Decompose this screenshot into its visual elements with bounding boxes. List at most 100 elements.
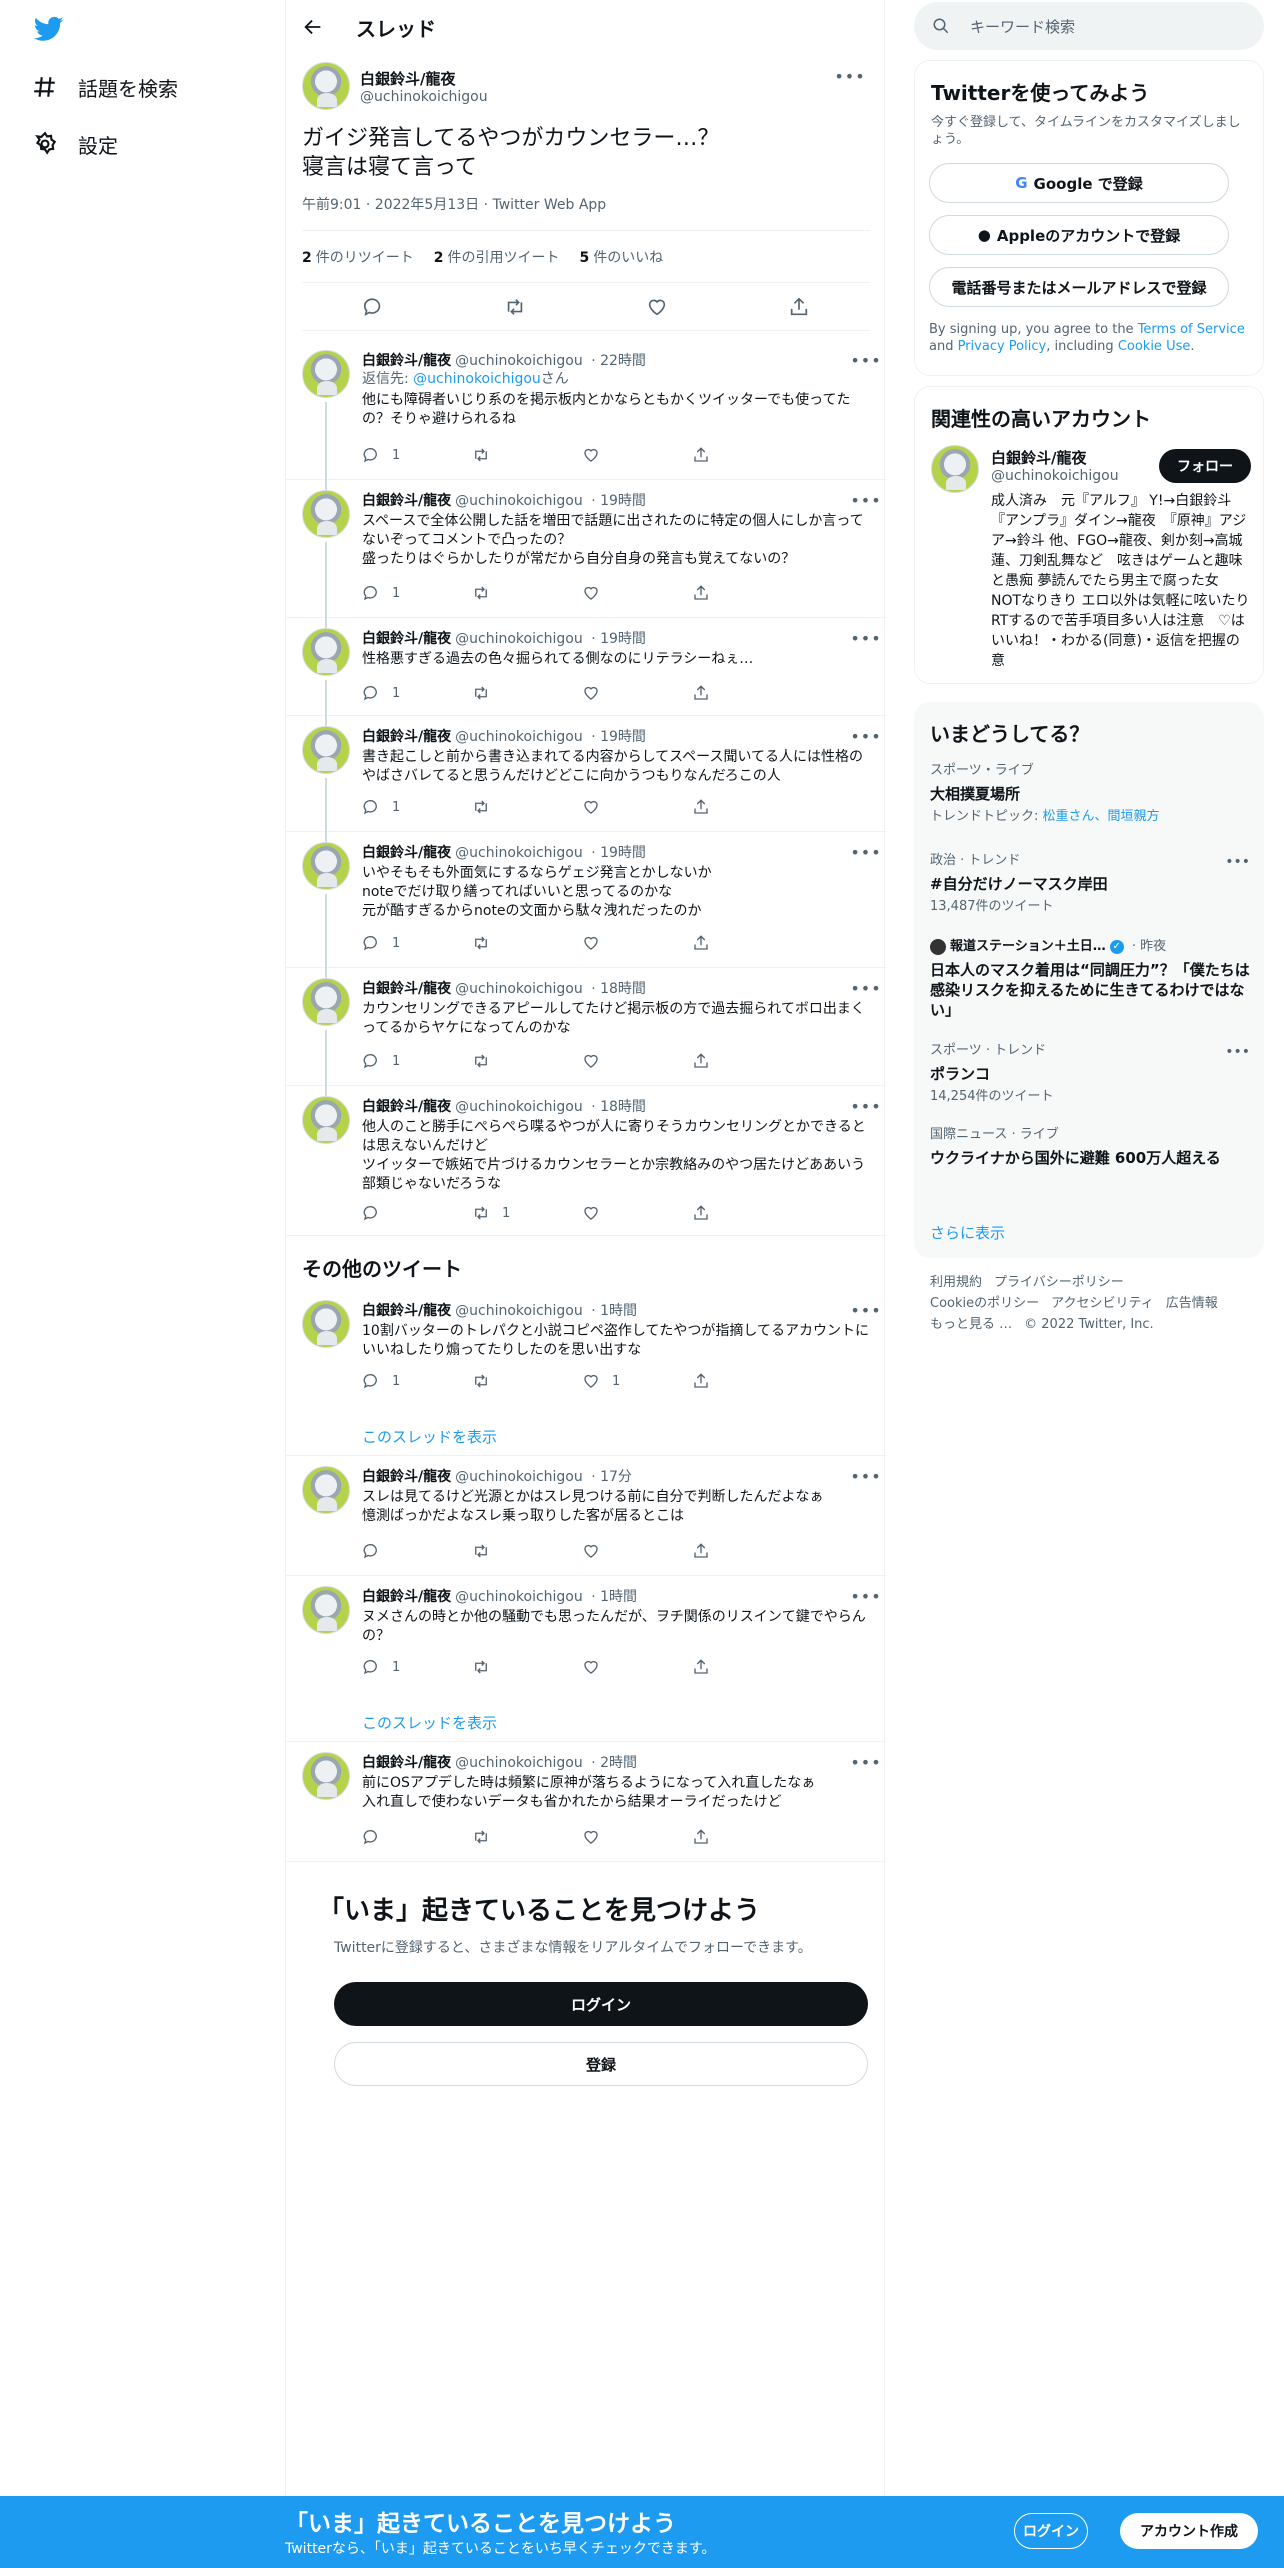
tweet[interactable]: ••• 白銀鈴斗/龍夜 @uchinokoichigou · 1時間 ヌメさんの時とか… (286, 1576, 886, 1742)
retweet-button[interactable] (472, 446, 582, 464)
avatar[interactable] (302, 1752, 350, 1800)
avatar[interactable] (302, 726, 350, 774)
reply-handle-link[interactable]: @uchinokoichigou (413, 371, 541, 387)
footer-ads[interactable]: 広告情報 (1166, 1296, 1218, 1311)
twitter-logo-icon[interactable] (33, 14, 65, 44)
avatar[interactable] (302, 62, 350, 110)
account-name[interactable]: 白銀鈴斗/龍夜 (991, 447, 1119, 468)
tweet[interactable]: ••• 白銀鈴斗/龍夜 @uchinokoichigou · 18時間 他人のこと勝手… (286, 1086, 886, 1236)
phone-signup-button[interactable]: 電話番号またはメールアドレスで登録 (929, 267, 1229, 307)
more-icon[interactable]: ••• (1225, 854, 1250, 870)
avatar[interactable] (302, 1586, 350, 1634)
author-name[interactable]: 白銀鈴斗/龍夜 (362, 981, 451, 997)
account-handle[interactable]: @uchinokoichigou (991, 468, 1119, 484)
like-button[interactable] (582, 934, 692, 952)
tweet[interactable]: ••• 白銀鈴斗/龍夜 @uchinokoichigou · 18時間 カウンセリング… (286, 968, 886, 1086)
author-handle[interactable]: @uchinokoichigou (455, 631, 583, 647)
show-more-link[interactable]: さらに表示 (930, 1222, 1005, 1243)
avatar[interactable] (302, 1096, 350, 1144)
tweet[interactable]: ••• 白銀鈴斗/龍夜 @uchinokoichigou · 1時間 10割バッターの… (286, 1290, 886, 1456)
main-tweet-timestamp[interactable]: 午前9:01 · 2022年5月13日 · Twitter Web App (302, 194, 870, 231)
author-name[interactable]: 白銀鈴斗/龍夜 (362, 1099, 451, 1115)
author-name[interactable]: 白銀鈴斗/龍夜 (362, 1755, 451, 1771)
footer-privacy[interactable]: プライバシーポリシー (994, 1275, 1124, 1290)
author-handle[interactable]: @uchinokoichigou (455, 1589, 583, 1605)
share-button[interactable] (692, 1658, 802, 1676)
tweet-time[interactable]: · 2時間 (591, 1755, 637, 1771)
reply-button[interactable]: 1 (362, 1052, 472, 1070)
tweet[interactable]: ••• 白銀鈴斗/龍夜 @uchinokoichigou · 2時間 前にOSアプデし… (286, 1742, 886, 1862)
like-button[interactable] (582, 1658, 692, 1676)
nav-explore[interactable]: 話題を検索 (32, 67, 178, 107)
retweet-button[interactable] (472, 1828, 582, 1846)
avatar[interactable] (302, 1300, 350, 1348)
tweet-time[interactable]: · 19時間 (591, 729, 646, 745)
share-icon[interactable] (788, 296, 810, 318)
like-icon[interactable] (646, 296, 668, 318)
bottom-signup-button[interactable]: アカウント作成 (1120, 2513, 1258, 2549)
reply-button[interactable]: 1 (362, 446, 472, 464)
trend-item[interactable]: 政治 · トレンド ••• #自分だけノーマスク岸田 13,487件のツイート (930, 852, 1250, 916)
author-handle[interactable]: @uchinokoichigou (455, 353, 583, 369)
avatar[interactable] (302, 490, 350, 538)
more-icon[interactable]: ••• (1225, 1044, 1250, 1060)
avatar[interactable] (302, 628, 350, 676)
share-button[interactable] (692, 934, 802, 952)
reply-button[interactable]: 1 (362, 798, 472, 816)
signup-button[interactable]: 登録 (334, 2042, 868, 2086)
retweet-button[interactable] (472, 798, 582, 816)
share-button[interactable] (692, 1052, 802, 1070)
retweet-icon[interactable] (504, 296, 526, 318)
tweet-time[interactable]: · 1時間 (591, 1589, 637, 1605)
author-handle[interactable]: @uchinokoichigou (360, 89, 488, 105)
author-name[interactable]: 白銀鈴斗/龍夜 (360, 68, 488, 89)
author-handle[interactable]: @uchinokoichigou (455, 1469, 583, 1485)
reply-button[interactable]: 1 (362, 1372, 472, 1390)
author-name[interactable]: 白銀鈴斗/龍夜 (362, 1303, 451, 1319)
retweet-button[interactable] (472, 1542, 582, 1560)
author-name[interactable]: 白銀鈴斗/龍夜 (362, 729, 451, 745)
follow-button[interactable]: フォロー (1159, 449, 1251, 483)
tweet-time[interactable]: · 22時間 (591, 353, 646, 369)
show-thread-link[interactable]: このスレッドを表示 (362, 1426, 497, 1447)
share-button[interactable] (692, 584, 802, 602)
author-name[interactable]: 白銀鈴斗/龍夜 (362, 1589, 451, 1605)
privacy-link[interactable]: Privacy Policy (958, 339, 1047, 354)
reply-icon[interactable] (362, 296, 384, 318)
avatar[interactable] (302, 978, 350, 1026)
trend-item[interactable]: 国際ニュース · ライブ ウクライナから国外に避難 600万人超える (930, 1126, 1250, 1168)
nav-settings[interactable]: 設定 (32, 124, 118, 164)
login-button[interactable]: ログイン (334, 1982, 868, 2026)
author-handle[interactable]: @uchinokoichigou (455, 981, 583, 997)
tweet-time[interactable]: · 19時間 (591, 493, 646, 509)
quotes-stat[interactable]: 2 件の引用ツイート (434, 247, 560, 267)
tweet[interactable]: ••• 白銀鈴斗/龍夜 @uchinokoichigou · 19時間 スペースで全体… (286, 480, 886, 618)
footer-cookie[interactable]: Cookieのポリシー (930, 1296, 1039, 1311)
author-handle[interactable]: @uchinokoichigou (455, 1755, 583, 1771)
retweet-button[interactable] (472, 584, 582, 602)
more-icon[interactable]: ••• (834, 66, 864, 86)
like-button[interactable] (582, 1828, 692, 1846)
author-name[interactable]: 白銀鈴斗/龍夜 (362, 1469, 451, 1485)
relevant-account[interactable]: 白銀鈴斗/龍夜 @uchinokoichigou フォロー 成人済み 元『アルフ… (931, 445, 1251, 669)
author-handle[interactable]: @uchinokoichigou (455, 1303, 583, 1319)
author-name[interactable]: 白銀鈴斗/龍夜 (362, 493, 451, 509)
like-button[interactable]: 1 (582, 1372, 692, 1390)
tweet[interactable]: ••• 白銀鈴斗/龍夜 @uchinokoichigou · 19時間 性格悪すぎる過… (286, 618, 886, 716)
trend-item[interactable]: スポーツ · トレンド ••• ポランコ 14,254件のツイート (930, 1042, 1250, 1106)
share-button[interactable] (692, 1828, 802, 1846)
reply-button[interactable]: 1 (362, 584, 472, 602)
tweet[interactable]: ••• 白銀鈴斗/龍夜 @uchinokoichigou · 19時間 いやそもそも外… (286, 832, 886, 968)
show-thread-link[interactable]: このスレッドを表示 (362, 1712, 497, 1733)
footer-terms[interactable]: 利用規約 (930, 1275, 982, 1290)
reply-button[interactable]: 1 (362, 684, 472, 702)
reply-button[interactable]: 1 (362, 1658, 472, 1676)
share-button[interactable] (692, 684, 802, 702)
author-name[interactable]: 白銀鈴斗/龍夜 (362, 845, 451, 861)
like-button[interactable] (582, 1052, 692, 1070)
tweet-time[interactable]: · 18時間 (591, 981, 646, 997)
share-button[interactable] (692, 446, 802, 464)
retweet-button[interactable] (472, 684, 582, 702)
share-button[interactable] (692, 798, 802, 816)
trend-item[interactable]: 報道ステーション＋土日… ✓ · 昨夜 日本人のマスク着用は“同調圧力”？「僕たち… (930, 938, 1250, 1020)
